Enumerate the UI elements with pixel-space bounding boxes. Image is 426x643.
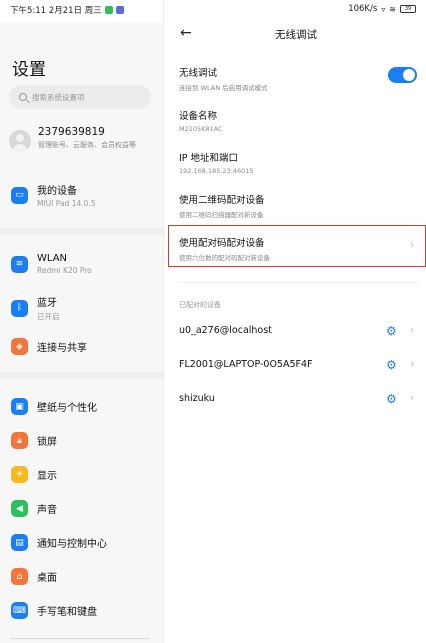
paired-devices-label: 已配对的设备 [179, 301, 221, 309]
wireless-debug-sub: 连接到 WLAN 后启用调试模式 [179, 84, 268, 92]
qr-pair-row[interactable]: 使用二维码配对设备 使用二维码扫描器配对新设备 [179, 192, 265, 219]
paired-device-item[interactable]: FL2001@LAPTOP-0O5A5F4F [179, 359, 312, 370]
qr-pair-sub: 使用二维码扫描器配对新设备 [179, 211, 264, 219]
chevron-right-icon: › [410, 391, 415, 404]
tablet-icon: ▭ [11, 186, 28, 204]
sidebar-item-label: 桌面 [37, 573, 57, 584]
device-name-value: M2105K81AC [179, 125, 223, 133]
sidebar-separator [0, 228, 163, 234]
gear-icon[interactable]: ⚙ [386, 359, 398, 371]
sidebar-item-label: 通知与控制中心 [37, 539, 107, 550]
gear-icon[interactable]: ⚙ [386, 393, 398, 405]
sidebar-item-lockscreen[interactable]: 🔒︎ 锁屏 [11, 432, 57, 449]
sidebar-item-desktop[interactable]: ⌂ 桌面 [11, 568, 57, 585]
search-icon [19, 93, 27, 101]
notification-icon-green [104, 6, 113, 14]
sidebar-item-sound[interactable]: ◀ 声音 [11, 500, 57, 517]
sun-icon: ☀ [11, 466, 28, 483]
wireless-debug-row[interactable]: 无线调试 连接到 WLAN 后启用调试模式 [179, 65, 268, 92]
sidebar-item-label: WLAN [37, 253, 68, 264]
chevron-right-icon: › [410, 357, 415, 370]
sidebar-item-label: 壁纸与个性化 [37, 403, 97, 414]
network-speed: 106K/s [348, 4, 378, 14]
sidebar-item-sub: 已开启 [37, 312, 60, 321]
gear-icon[interactable]: ⚙ [386, 325, 398, 337]
device-name-row[interactable]: 设备名称 M2105K81AC [179, 108, 223, 133]
device-name-label: 设备名称 [179, 111, 218, 122]
sidebar-item-label: 连接与共享 [37, 343, 87, 354]
status-bar: 下午5:11 2月21日 周三 106K/s ▿ ≋ 39 [0, 0, 426, 22]
sidebar-item-display[interactable]: ☀ 显示 [11, 466, 57, 483]
sidebar-bottom-divider [10, 638, 150, 639]
status-bar-right: 106K/s ▿ ≋ 39 [348, 4, 416, 14]
section-divider [179, 282, 419, 283]
avatar [9, 130, 31, 152]
qr-pair-label: 使用二维码配对设备 [179, 195, 265, 206]
sidebar-item-my-device[interactable]: ▭ 我的设备 MIUI Pad 14.0.5 [11, 182, 96, 208]
sidebar-item-wallpaper[interactable]: ▣ 壁纸与个性化 [11, 398, 97, 415]
settings-title: 设置 [12, 60, 46, 80]
sidebar-item-sub: MIUI Pad 14.0.5 [37, 199, 96, 208]
back-arrow-icon[interactable]: ← [180, 25, 192, 41]
wallpaper-icon: ▣ [11, 398, 28, 415]
sidebar-item-sub: Redmi K20 Pro [37, 266, 92, 275]
sidebar-item-label: 蓝牙 [37, 298, 57, 309]
account-entry[interactable]: 2379639819 管理账号、云服务、会员权益等 [9, 126, 154, 152]
speaker-icon: ◀ [11, 500, 28, 517]
sidebar-item-label: 显示 [37, 471, 57, 482]
notification-icon: ▤ [11, 534, 28, 551]
lock-icon: 🔒︎ [11, 432, 28, 449]
account-name: 2379639819 [38, 126, 105, 138]
ip-port-value: 192.168.185.23:46015 [179, 167, 254, 175]
ip-port-label: IP 地址和端口 [179, 153, 239, 164]
sidebar-item-label: 声音 [37, 505, 57, 516]
signal-icon: ▿ [381, 4, 386, 14]
page-title: 无线调试 [275, 29, 317, 41]
sidebar-item-notifications[interactable]: ▤ 通知与控制中心 [11, 534, 107, 551]
bluetooth-icon: ᛒ [11, 299, 28, 317]
sidebar-item-connection-sharing[interactable]: ◈ 连接与共享 [11, 338, 87, 355]
sidebar-item-stylus-keyboard[interactable]: ⌨ 手写笔和键盘 [11, 602, 97, 619]
search-placeholder: 搜索系统设置项 [32, 92, 85, 102]
sidebar-item-label: 手写笔和键盘 [37, 607, 97, 618]
sidebar-item-bluetooth[interactable]: ᛒ 蓝牙 已开启 [11, 294, 60, 322]
battery-icon: 39 [400, 5, 416, 13]
wireless-debug-label: 无线调试 [179, 68, 218, 79]
wifi-status-icon: ≋ [389, 4, 396, 14]
sidebar-item-label: 我的设备 [37, 186, 77, 197]
code-pair-label: 使用配对码配对设备 [179, 238, 265, 249]
sidebar-item-label: 锁屏 [37, 437, 57, 448]
code-pair-sub: 使用六位数的配对码配对新设备 [179, 254, 270, 262]
wireless-debug-toggle[interactable] [388, 67, 417, 83]
share-icon: ◈ [11, 338, 28, 355]
account-sub: 管理账号、云服务、会员权益等 [38, 141, 136, 149]
code-pair-row[interactable]: 使用配对码配对设备 使用六位数的配对码配对新设备 [179, 235, 270, 262]
status-bar-left: 下午5:11 2月21日 周三 [10, 4, 124, 16]
sidebar-item-wlan[interactable]: ≋ WLAN Redmi K20 Pro [11, 253, 92, 275]
chevron-right-icon: › [410, 323, 415, 336]
paired-device-item[interactable]: u0_a276@localhost [179, 325, 272, 336]
paired-device-item[interactable]: shizuku [179, 393, 215, 404]
status-time-date: 下午5:11 2月21日 周三 [10, 6, 102, 16]
chevron-right-icon: › [410, 238, 415, 251]
keyboard-icon: ⌨ [11, 602, 28, 619]
home-icon: ⌂ [11, 568, 28, 585]
settings-search-input[interactable]: 搜索系统设置项 [9, 85, 151, 109]
wifi-icon: ≋ [11, 255, 28, 273]
notification-icon-blue [115, 6, 124, 14]
ip-port-row[interactable]: IP 地址和端口 192.168.185.23:46015 [179, 150, 254, 175]
sidebar-separator [0, 372, 163, 378]
